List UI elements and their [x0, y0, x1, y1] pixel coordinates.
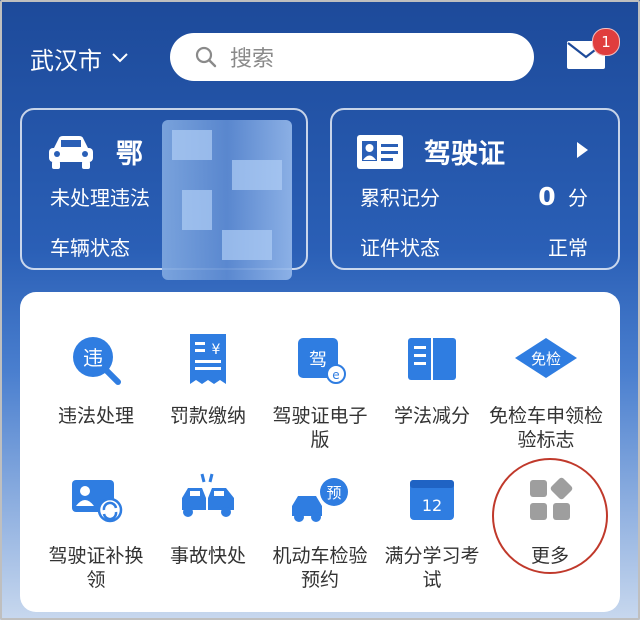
service-violation[interactable]: 违 违法处理 [40, 330, 152, 428]
svg-text:驾: 驾 [309, 350, 327, 371]
service-label: 违法处理 [57, 405, 134, 427]
license-card-title: 驾驶证 [424, 139, 505, 170]
license-id-icon [357, 134, 403, 169]
city-selector[interactable]: 武汉市 [30, 38, 130, 78]
accident-icon [182, 473, 234, 517]
license-status-row: 证件状态 正常 [360, 232, 588, 261]
points-value: 0 [538, 182, 556, 211]
search-placeholder: 搜索 [230, 47, 275, 72]
service-label: 罚款缴纳 [169, 405, 246, 427]
highlight-circle [492, 458, 608, 574]
svg-text:12: 12 [422, 496, 442, 515]
city-label: 武汉市 [30, 46, 102, 75]
open-book-icon [408, 338, 456, 380]
points-unit: 分 [568, 186, 588, 210]
vehicle-status-label: 车辆状态 [50, 236, 130, 260]
plate-number: 鄂 [116, 139, 143, 170]
service-full-score-exam[interactable]: 12 满分学习考试 [376, 470, 488, 592]
service-label: 驾驶证电子版 [272, 405, 368, 451]
search-input[interactable]: 搜索 [170, 33, 534, 81]
violations-label: 未处理违法 [50, 186, 150, 210]
search-icon [195, 46, 217, 68]
exam-calendar-icon: 12 [410, 480, 454, 520]
service-label: 事故快处 [169, 545, 246, 567]
svg-text:违: 违 [83, 346, 103, 370]
service-e-license[interactable]: 驾 e 驾驶证电子版 [264, 330, 376, 452]
service-accident[interactable]: 事故快处 [152, 470, 264, 568]
license-card[interactable]: 驾驶证 累积记分 0 分 证件状态 正常 [330, 108, 620, 270]
svg-text:e: e [332, 368, 339, 382]
service-label: 机动车检验预约 [272, 545, 368, 591]
service-license-renew[interactable]: 驾驶证补换领 [40, 470, 152, 592]
violation-search-icon: 违 [73, 337, 121, 385]
service-study-points[interactable]: 学法减分 [376, 330, 488, 428]
service-fine-payment[interactable]: ¥ 罚款缴纳 [152, 330, 264, 428]
svg-text:预: 预 [326, 484, 341, 502]
mail-badge: 1 [592, 28, 620, 56]
fine-receipt-icon: ¥ [190, 334, 226, 384]
service-inspection-exempt[interactable]: 免检 免检车申领检验标志 [486, 330, 606, 452]
car-icon [49, 135, 93, 169]
svg-text:免检: 免检 [531, 350, 561, 368]
service-label: 免检车申领检验标志 [488, 405, 603, 451]
service-label: 满分学习考试 [384, 545, 480, 591]
chevron-right-icon [577, 142, 588, 158]
service-label: 驾驶证补换领 [48, 545, 144, 591]
points-row: 累积记分 0 分 [360, 182, 588, 211]
license-status-value: 正常 [548, 236, 588, 260]
inspection-exempt-icon: 免检 [515, 338, 577, 378]
chevron-down-icon [112, 53, 128, 63]
privacy-blur [162, 120, 292, 280]
svg-text:¥: ¥ [212, 342, 221, 358]
points-label: 累积记分 [360, 186, 440, 210]
e-license-icon: 驾 e [298, 338, 346, 384]
service-label: 学法减分 [393, 405, 470, 427]
license-renew-icon [72, 480, 123, 523]
inspection-booking-icon: 预 [292, 478, 348, 522]
service-inspection-booking[interactable]: 预 机动车检验预约 [264, 470, 376, 592]
license-status-label: 证件状态 [360, 236, 440, 260]
